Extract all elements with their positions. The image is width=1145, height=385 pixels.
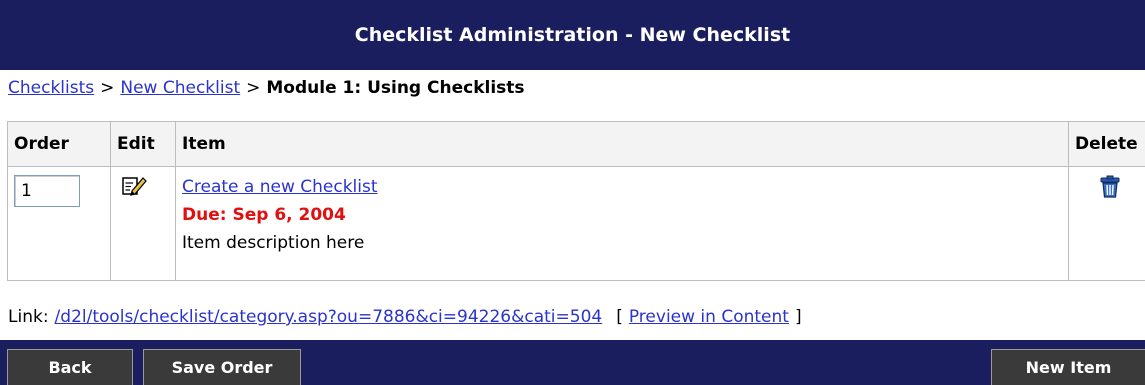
- item-due-date: Due: Sep 6, 2004: [182, 205, 346, 225]
- edit-cell: [110, 166, 176, 281]
- breadcrumb-checklists-link[interactable]: Checklists: [8, 78, 94, 98]
- bracket-close: ]: [794, 307, 802, 327]
- new-item-button[interactable]: New Item: [991, 349, 1145, 385]
- back-button[interactable]: Back: [7, 349, 133, 385]
- order-cell: [7, 166, 111, 281]
- checklist-url-link[interactable]: /d2l/tools/checklist/category.asp?ou=788…: [55, 307, 603, 327]
- link-label: Link:: [8, 307, 49, 327]
- bottom-toolbar: Back Save Order New Item: [0, 340, 1145, 385]
- item-title-link[interactable]: Create a new Checklist: [182, 173, 1062, 201]
- column-header-edit: Edit: [110, 121, 176, 167]
- trash-icon[interactable]: [1099, 175, 1121, 204]
- column-header-order: Order: [7, 121, 111, 167]
- preview-in-content-link[interactable]: Preview in Content: [629, 307, 789, 327]
- checklist-items-table: Order Edit Item Delete 1 Create a new Ch…: [7, 121, 1145, 281]
- link-row: Link: /d2l/tools/checklist/category.asp?…: [8, 302, 808, 332]
- page-title: Checklist Administration - New Checklist: [354, 24, 791, 46]
- breadcrumb-current: Module 1: Using Checklists: [266, 78, 525, 98]
- edit-pencil-icon[interactable]: [121, 175, 147, 202]
- breadcrumb: Checklists > New Checklist > Module 1: U…: [8, 76, 525, 100]
- breadcrumb-separator: >: [100, 78, 115, 98]
- column-header-delete: Delete: [1068, 121, 1145, 167]
- bracket-open: [: [616, 307, 623, 327]
- breadcrumb-new-checklist-link[interactable]: New Checklist: [120, 78, 240, 98]
- order-input[interactable]: [14, 175, 80, 207]
- item-description: Item description here: [182, 233, 365, 253]
- table-row: Create a new Checklist Due: Sep 6, 2004 …: [7, 166, 1145, 281]
- page-title-bar: Checklist Administration - New Checklist: [0, 0, 1145, 70]
- table-header-row: Order Edit Item Delete: [7, 121, 1145, 167]
- delete-cell: [1068, 166, 1145, 281]
- item-cell: Create a new Checklist Due: Sep 6, 2004 …: [175, 166, 1069, 281]
- save-order-button[interactable]: Save Order: [143, 349, 301, 385]
- column-header-item: Item: [175, 121, 1069, 167]
- breadcrumb-separator: >: [246, 78, 261, 98]
